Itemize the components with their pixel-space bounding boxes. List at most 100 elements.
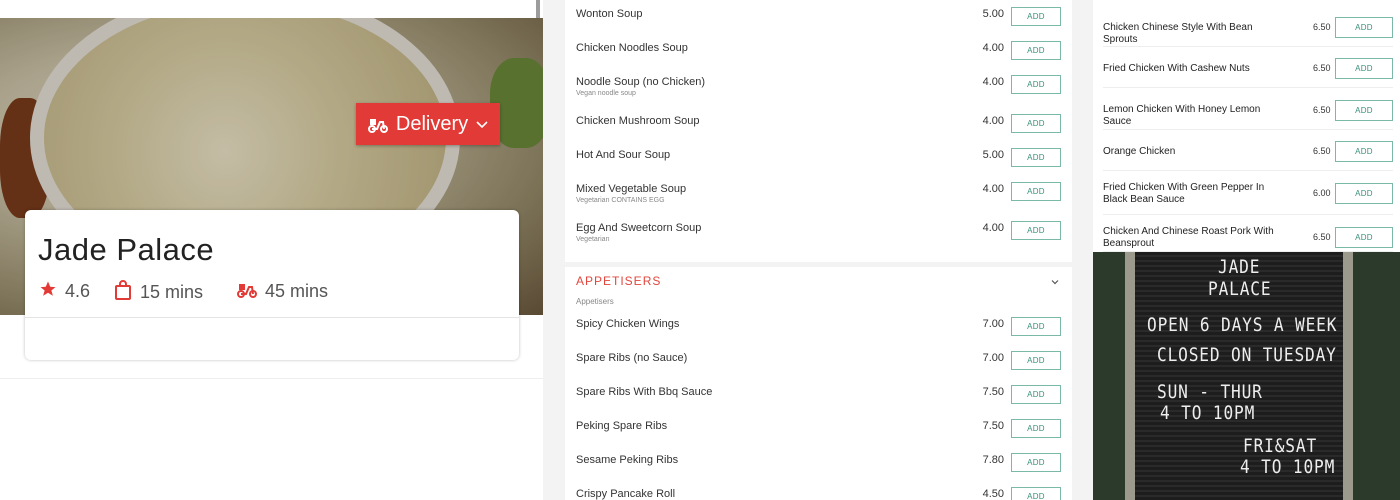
sign-text-line: OPEN 6 DAYS A WEEK — [1147, 314, 1338, 336]
restaurant-panel: Delivery Jade Palace 4.6 15 mins 45 mins — [0, 0, 543, 500]
add-button[interactable]: ADD — [1011, 351, 1061, 370]
chevron-down-icon — [476, 119, 488, 129]
section-title-appetisers[interactable]: APPETISERS — [576, 274, 661, 288]
menu-item-row: Hot And Sour Soup 5.00 ADD — [565, 141, 1072, 175]
delivery-mode-button[interactable]: Delivery — [356, 103, 500, 145]
rating-stat: 4.6 — [39, 280, 90, 303]
item-name: Orange Chicken — [1103, 146, 1176, 157]
item-name: Chicken Mushroom Soup — [576, 115, 700, 127]
sign-text-line: FRI&SAT — [1243, 435, 1318, 457]
item-price: 4.00 — [982, 42, 1004, 54]
item-price: 6.50 — [1313, 63, 1331, 73]
item-name: Spicy Chicken Wings — [576, 318, 680, 330]
menu-item-row: Sesame Peking Ribs 7.80 ADD — [565, 446, 1072, 480]
menu-item-row: Chicken Chinese Style With Bean Sprouts 6… — [1103, 6, 1393, 47]
menu-item-row: Chicken And Chinese Roast Pork With Bean… — [1103, 215, 1393, 252]
sign-text-line: JADE — [1218, 256, 1261, 278]
item-name: Fried Chicken With Green Pepper In Black… — [1103, 182, 1265, 205]
item-name: Sesame Peking Ribs — [576, 454, 679, 466]
menu-list-chicken: Chicken Chinese Style With Bean Sprouts 6… — [1093, 0, 1400, 252]
rating-value: 4.6 — [65, 281, 91, 301]
add-button[interactable]: ADD — [1335, 58, 1393, 79]
scooter-icon — [237, 280, 257, 303]
item-price: 4.00 — [982, 115, 1004, 127]
menu-item-row: Crispy Pancake Roll 4.50 ADD — [565, 480, 1072, 500]
menu-item-row: Mixed Vegetable Soup Vegetarian CONTAINS … — [565, 175, 1072, 209]
sign-frame — [1125, 252, 1135, 500]
add-button[interactable]: ADD — [1335, 141, 1393, 162]
add-button[interactable]: ADD — [1011, 114, 1061, 133]
menu-item-row: Orange Chicken 6.50 ADD — [1103, 130, 1393, 171]
add-button[interactable]: ADD — [1011, 41, 1061, 60]
star-icon — [39, 280, 57, 303]
item-price: 7.00 — [982, 318, 1004, 330]
sign-text-line: CLOSED ON TUESDAY — [1157, 344, 1337, 366]
item-price: 7.00 — [982, 352, 1004, 364]
add-button[interactable]: ADD — [1011, 75, 1061, 94]
menu-item-row: Fried Chicken With Green Pepper In Black… — [1103, 171, 1393, 215]
add-button[interactable]: ADD — [1011, 385, 1061, 404]
section-divider — [565, 262, 1072, 267]
item-description: Vegetarian — [576, 236, 610, 243]
prep-time-stat: 15 mins — [114, 280, 203, 305]
item-name: Spare Ribs (no Sauce) — [576, 352, 688, 364]
add-button[interactable]: ADD — [1335, 183, 1393, 204]
add-button[interactable]: ADD — [1011, 453, 1061, 472]
add-button[interactable]: ADD — [1011, 487, 1061, 500]
add-button[interactable]: ADD — [1011, 221, 1061, 240]
letter-board: JADE PALACE OPEN 6 DAYS A WEEK CLOSED ON TU… — [1135, 252, 1343, 500]
content-area — [0, 378, 543, 500]
item-name: Noodle Soup (no Chicken) — [576, 76, 706, 88]
menu-item-row: Egg And Sweetcorn Soup Vegetarian 4.00 ADD — [565, 214, 1072, 248]
menu-item-row: Spare Ribs With Bbq Sauce 7.50 ADD — [565, 378, 1072, 412]
section-subtitle: Appetisers — [576, 297, 614, 306]
item-price: 4.50 — [982, 488, 1004, 500]
add-button[interactable]: ADD — [1011, 419, 1061, 438]
add-button[interactable]: ADD — [1011, 148, 1061, 167]
item-price: 7.50 — [982, 420, 1004, 432]
scooter-icon — [367, 115, 388, 133]
restaurant-name: Jade Palace — [38, 232, 215, 267]
chevron-down-icon[interactable] — [1049, 276, 1061, 288]
item-price: 4.00 — [982, 222, 1004, 234]
item-name: Chicken And Chinese Roast Pork With Bean… — [1103, 226, 1274, 249]
item-name: Lemon Chicken With Honey Lemon Sauce — [1103, 104, 1261, 127]
add-button[interactable]: ADD — [1335, 17, 1393, 38]
scrollbar[interactable] — [536, 0, 540, 18]
delivery-time-value: 45 mins — [265, 281, 329, 301]
add-button[interactable]: ADD — [1335, 100, 1393, 121]
item-price: 6.50 — [1313, 232, 1331, 242]
item-name: Crispy Pancake Roll — [576, 488, 676, 500]
restaurant-info-card: Jade Palace 4.6 15 mins 45 mins — [25, 210, 519, 360]
add-button[interactable]: ADD — [1011, 317, 1061, 336]
item-price: 7.50 — [982, 386, 1004, 398]
sign-text-line: SUN - THUR — [1157, 381, 1263, 403]
menu-item-row: Peking Spare Ribs 7.50 ADD — [565, 412, 1072, 446]
item-name: Spare Ribs With Bbq Sauce — [576, 386, 713, 398]
item-price: 5.00 — [982, 8, 1004, 20]
item-name: Wonton Soup — [576, 8, 643, 20]
menu-item-row: Chicken Noodles Soup 4.00 ADD — [565, 34, 1072, 68]
delivery-label: Delivery — [395, 112, 469, 135]
item-price: 6.50 — [1313, 146, 1331, 156]
menu-item-row: Lemon Chicken With Honey Lemon Sauce 6.50… — [1103, 88, 1393, 130]
add-button[interactable]: ADD — [1335, 227, 1393, 248]
menu-item-row: Spare Ribs (no Sauce) 7.00 ADD — [565, 344, 1072, 378]
menu-item-row: Chicken Mushroom Soup 4.00 ADD — [565, 107, 1072, 141]
add-button[interactable]: ADD — [1011, 182, 1061, 201]
delivery-time-stat: 45 mins — [237, 280, 328, 303]
prep-time-value: 15 mins — [140, 282, 204, 302]
item-price: 4.00 — [982, 76, 1004, 88]
item-name: Hot And Sour Soup — [576, 149, 671, 161]
restaurant-sign-photo: JADE PALACE OPEN 6 DAYS A WEEK CLOSED ON TU… — [1093, 252, 1400, 500]
item-description: Vegetarian CONTAINS EGG — [576, 197, 665, 204]
sign-frame — [1343, 252, 1353, 500]
add-button[interactable]: ADD — [1011, 7, 1061, 26]
item-price: 6.00 — [1313, 188, 1331, 198]
shopping-bag-icon — [114, 280, 132, 305]
sign-text-line: PALACE — [1208, 278, 1272, 300]
item-name: Chicken Noodles Soup — [576, 42, 688, 54]
menu-item-row: Spicy Chicken Wings 7.00 ADD — [565, 310, 1072, 344]
sign-text-line: 4 TO 10PM — [1240, 456, 1336, 478]
menu-item-row: Noodle Soup (no Chicken) Vegan noodle sou… — [565, 68, 1072, 102]
